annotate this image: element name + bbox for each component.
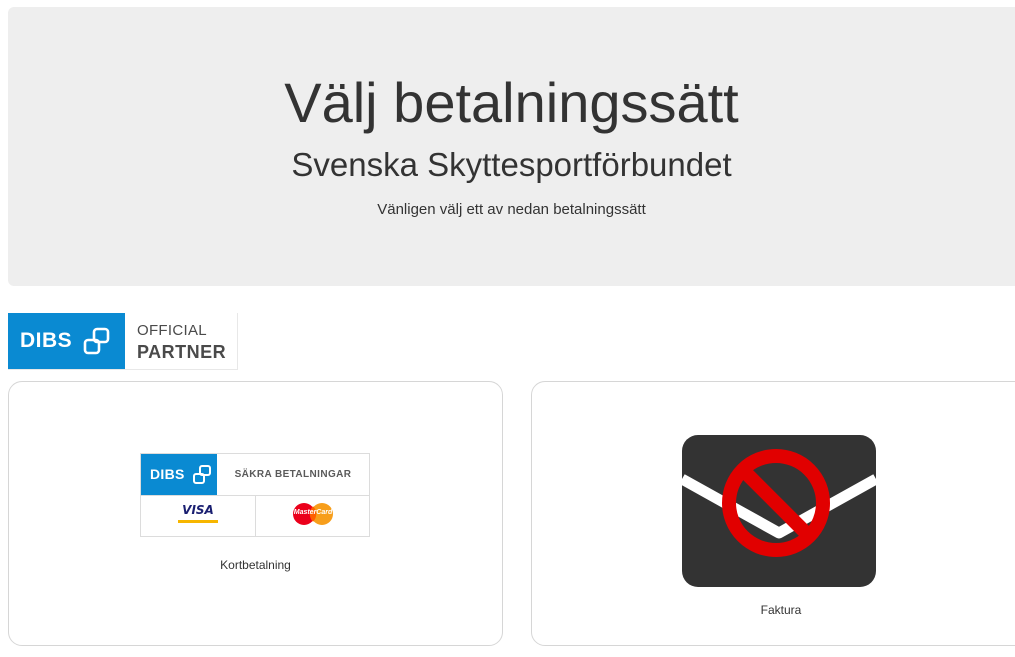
page-title: Välj betalningssätt [284,71,739,134]
organization-name: Svenska Skyttesportförbundet [291,146,732,183]
dibs-secure-payments-badge: DIBS SÄKRA BETALNINGAR VISA MasterCard [140,453,370,537]
mastercard-text: MasterCard [293,509,333,516]
payment-option-label: Kortbetalning [220,558,291,572]
dibs-badge-logo: DIBS [141,454,217,496]
payment-option-label: Faktura [760,603,802,617]
dibs-logo-block: DIBS [8,313,125,369]
link-icon [83,327,110,355]
dibs-official-partner-logo: DIBS OFFICIAL PARTNER [8,313,238,370]
visa-logo-stripe [178,520,218,523]
badge-divider [255,496,256,537]
link-icon [193,465,211,484]
partner-official-text: OFFICIAL [137,322,207,339]
mastercard-logo: MasterCard [287,503,339,530]
payment-option-invoice[interactable]: Faktura [531,381,1015,646]
dibs-badge-brand: DIBS [150,466,185,482]
instruction-text: Vänligen välj ett av nedan betalningssät… [377,201,646,218]
secure-payments-text: SÄKRA BETALNINGAR [234,469,352,480]
envelope-prohibited-icon [682,435,876,587]
payment-option-card[interactable]: DIBS SÄKRA BETALNINGAR VISA MasterCard K… [8,381,503,646]
partner-text: PARTNER [137,342,227,362]
dibs-brand-text: DIBS [20,329,73,352]
page-header: Välj betalningssätt Svenska Skyttesportf… [8,7,1015,286]
visa-logo: VISA [182,503,214,517]
